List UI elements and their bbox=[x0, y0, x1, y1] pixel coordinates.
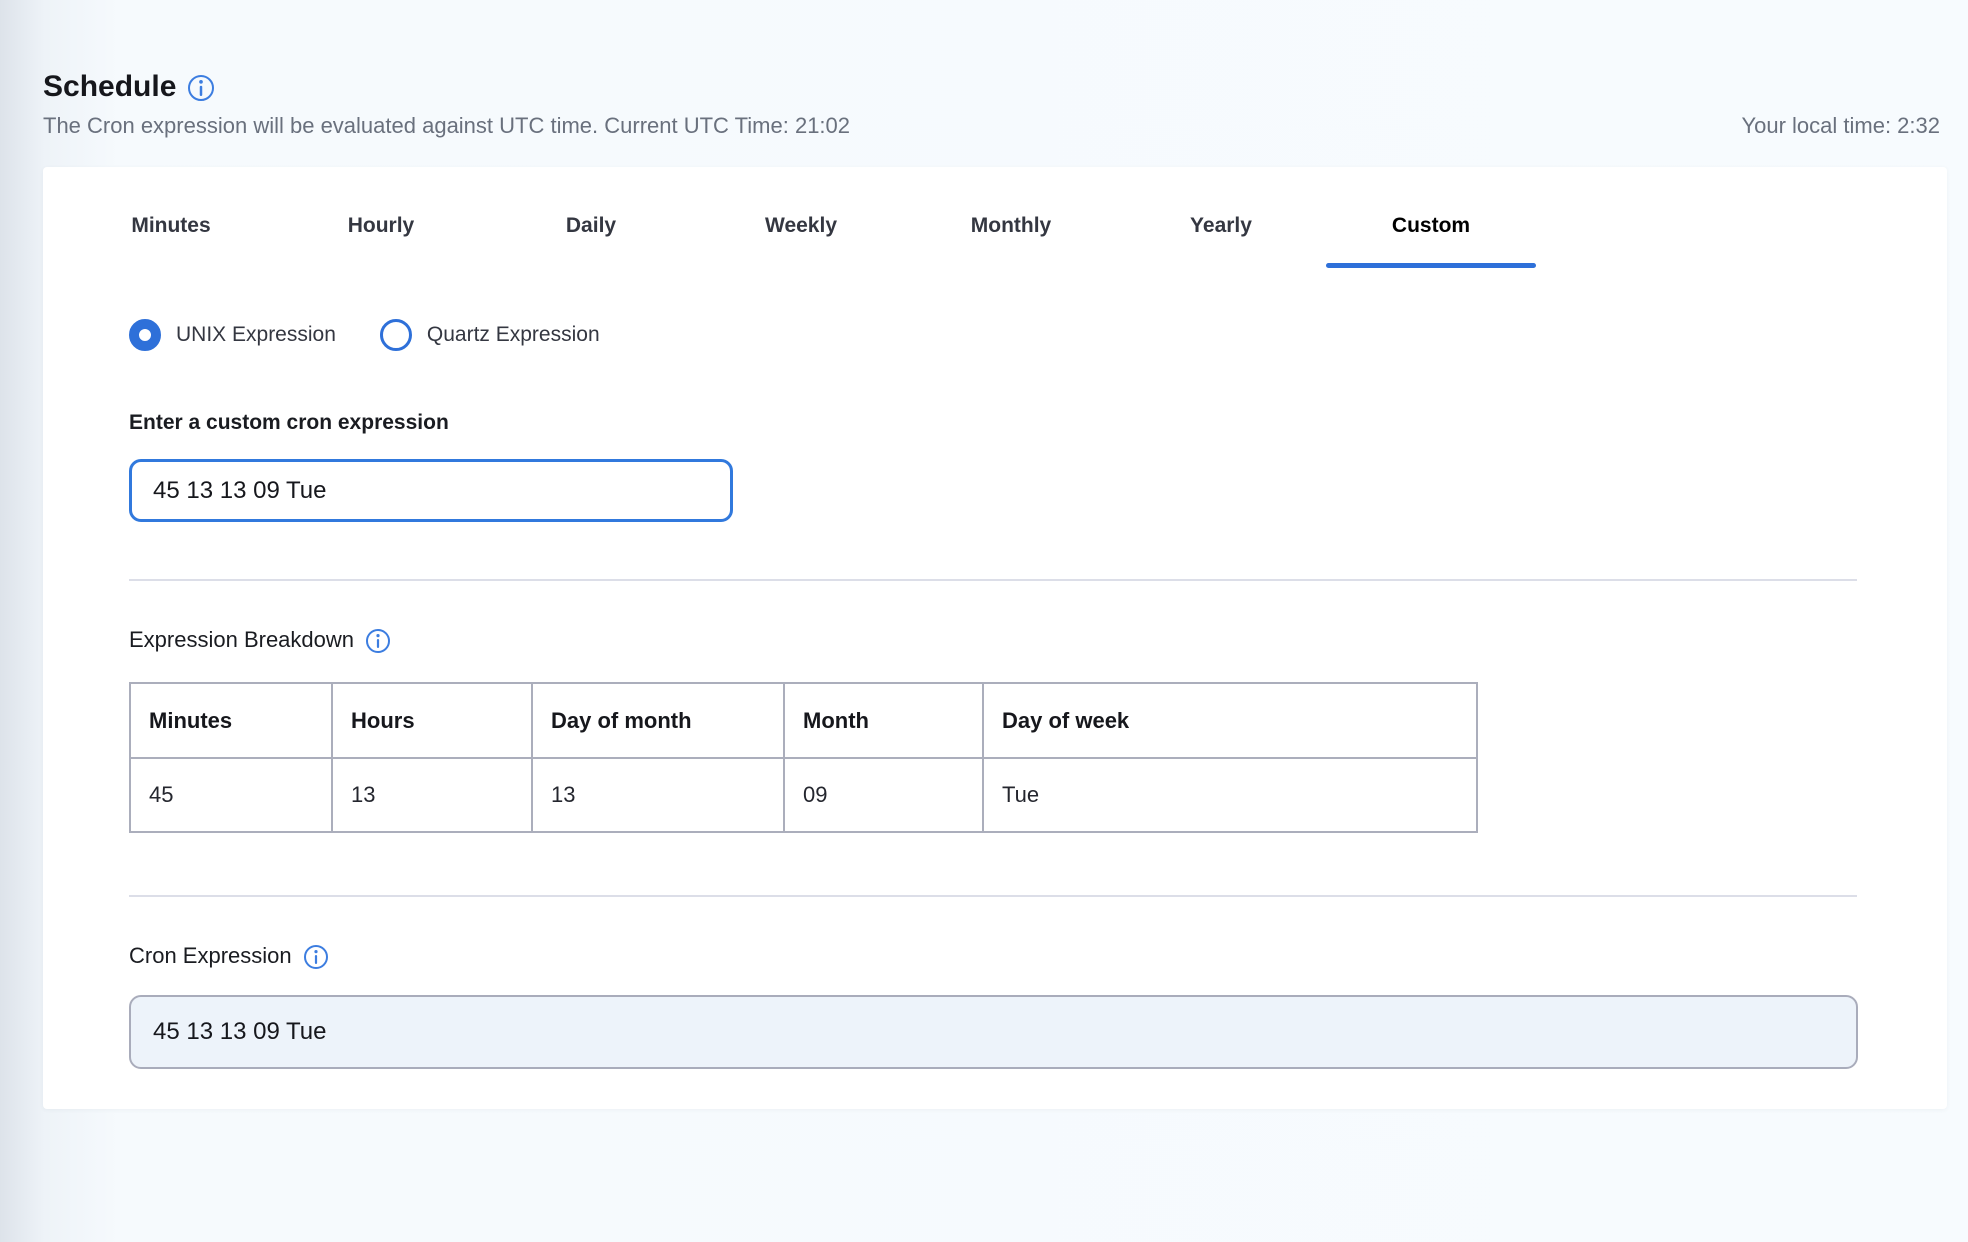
tab-custom[interactable]: Custom bbox=[1326, 167, 1536, 268]
info-icon[interactable] bbox=[366, 629, 390, 653]
cell-day-of-week: Tue bbox=[983, 758, 1477, 832]
tab-minutes[interactable]: Minutes bbox=[66, 167, 276, 268]
local-time-text: Your local time: 2:32 bbox=[1741, 113, 1940, 139]
column-header-day-of-week: Day of week bbox=[983, 683, 1477, 758]
radio-option-quartz[interactable]: Quartz Expression bbox=[380, 319, 600, 351]
cron-expression-header: Cron Expression bbox=[129, 943, 328, 969]
quartz-radio-button[interactable] bbox=[380, 319, 412, 351]
column-header-month: Month bbox=[784, 683, 983, 758]
schedule-page: Schedule The Cron expression will be eva… bbox=[0, 0, 1968, 1242]
table-row: 45 13 13 09 Tue bbox=[130, 758, 1477, 832]
cell-month: 09 bbox=[784, 758, 983, 832]
schedule-tabs: Minutes Hourly Daily Weekly Monthly Year… bbox=[66, 167, 1536, 268]
tab-monthly[interactable]: Monthly bbox=[906, 167, 1116, 268]
utc-time-subtitle: The Cron expression will be evaluated ag… bbox=[43, 113, 850, 139]
divider bbox=[129, 895, 1857, 897]
info-icon[interactable] bbox=[304, 945, 328, 969]
expression-breakdown-title: Expression Breakdown bbox=[129, 627, 354, 653]
column-header-hours: Hours bbox=[332, 683, 532, 758]
tab-daily[interactable]: Daily bbox=[486, 167, 696, 268]
expression-breakdown-header: Expression Breakdown bbox=[129, 627, 390, 653]
expression-type-radio-group: UNIX Expression Quartz Expression bbox=[129, 319, 600, 351]
page-title: Schedule bbox=[43, 70, 214, 104]
cell-hours: 13 bbox=[332, 758, 532, 832]
tab-yearly[interactable]: Yearly bbox=[1116, 167, 1326, 268]
column-header-minutes: Minutes bbox=[130, 683, 332, 758]
unix-radio-button[interactable] bbox=[129, 319, 161, 351]
radio-option-unix[interactable]: UNIX Expression bbox=[129, 319, 336, 351]
cron-expression-readonly-field[interactable] bbox=[129, 995, 1858, 1069]
schedule-card: Minutes Hourly Daily Weekly Monthly Year… bbox=[43, 167, 1947, 1109]
quartz-radio-label[interactable]: Quartz Expression bbox=[427, 323, 600, 347]
custom-cron-input[interactable] bbox=[129, 459, 733, 522]
divider bbox=[129, 579, 1857, 581]
page-title-text: Schedule bbox=[43, 70, 176, 104]
tab-hourly[interactable]: Hourly bbox=[276, 167, 486, 268]
expression-breakdown-table: Minutes Hours Day of month Month Day of … bbox=[129, 682, 1478, 833]
cell-minutes: 45 bbox=[130, 758, 332, 832]
tab-weekly[interactable]: Weekly bbox=[696, 167, 906, 268]
custom-cron-label: Enter a custom cron expression bbox=[129, 411, 449, 435]
table-header-row: Minutes Hours Day of month Month Day of … bbox=[130, 683, 1477, 758]
info-icon[interactable] bbox=[188, 75, 214, 101]
unix-radio-label[interactable]: UNIX Expression bbox=[176, 323, 336, 347]
cron-expression-title: Cron Expression bbox=[129, 943, 292, 969]
cell-day-of-month: 13 bbox=[532, 758, 784, 832]
column-header-day-of-month: Day of month bbox=[532, 683, 784, 758]
